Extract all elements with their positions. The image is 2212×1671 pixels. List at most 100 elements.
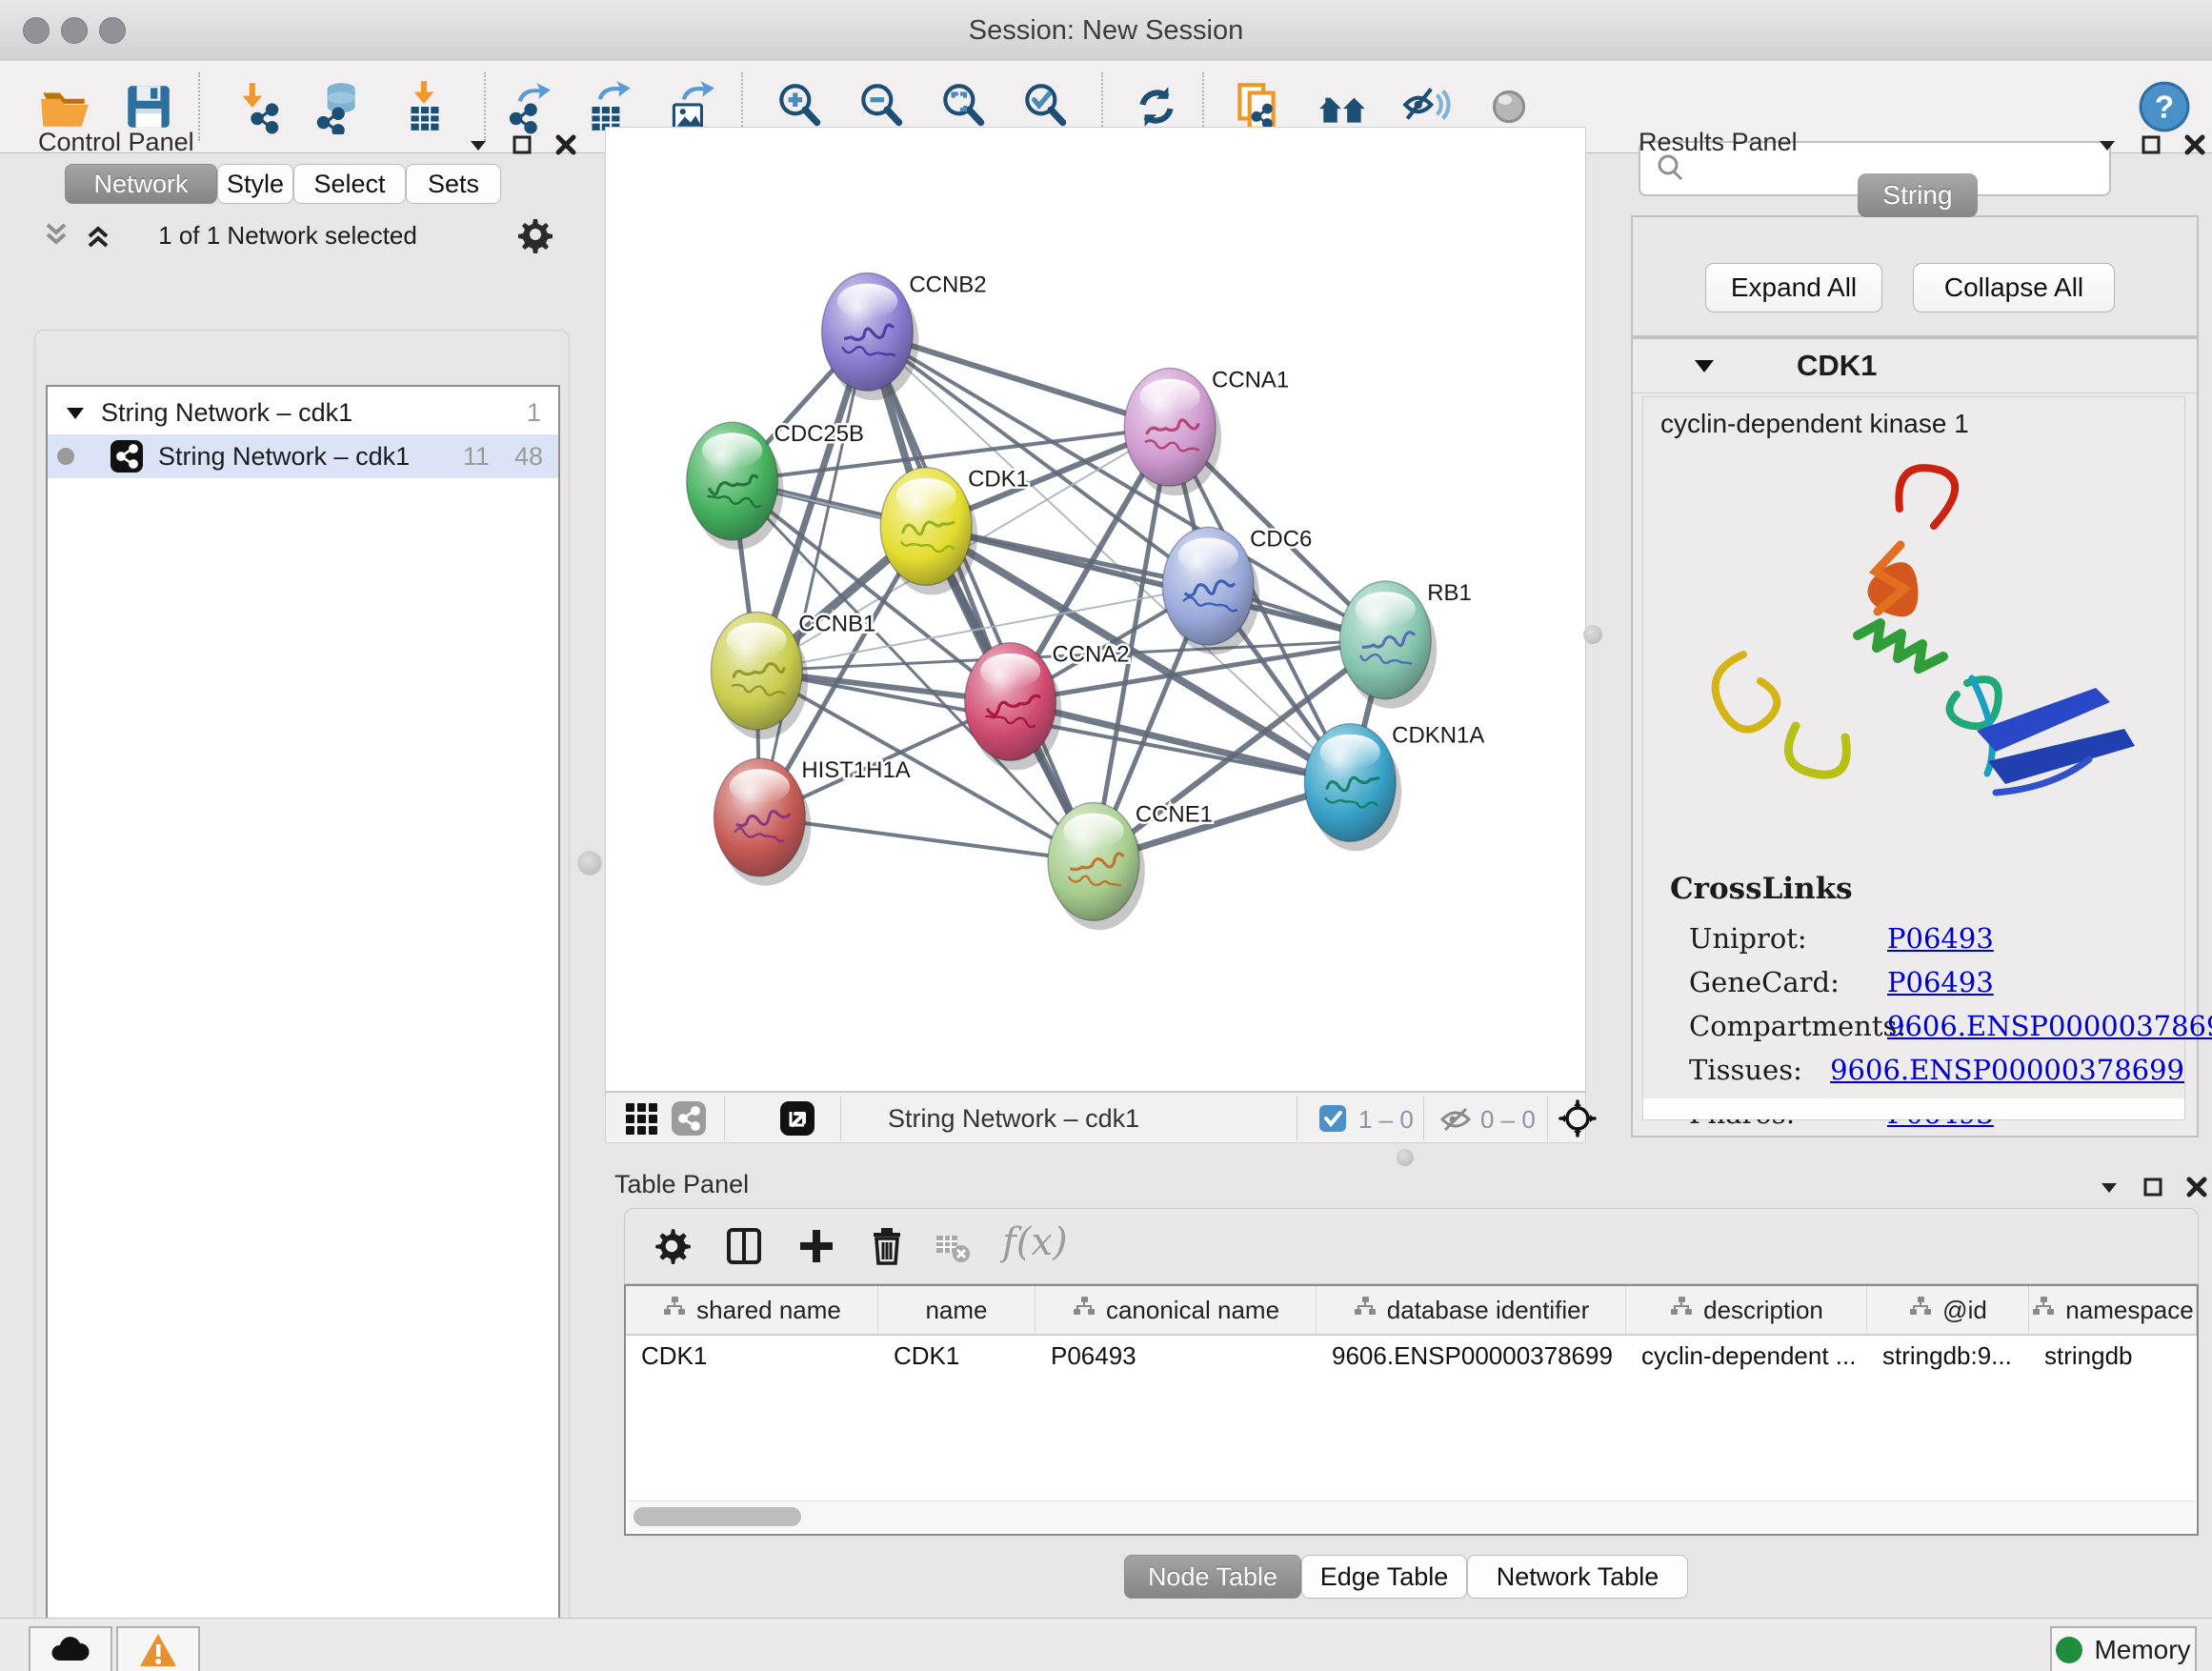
results-buttons-card: Expand All Collapse All	[1631, 215, 2199, 337]
tab-string[interactable]: String	[1858, 173, 1978, 217]
crosslink-link[interactable]: 9606.ENSP00000378699	[1887, 1010, 2212, 1042]
create-column-icon[interactable]	[794, 1224, 838, 1273]
cytoscape-window: Session: New Session	[0, 0, 2212, 1671]
selected-counts: 1 – 0	[1358, 1105, 1414, 1135]
memory-status-dot	[2056, 1637, 2082, 1663]
column-header-name[interactable]: name	[878, 1286, 1036, 1334]
panel-menu-icon[interactable]	[2098, 1176, 2121, 1198]
tab-node-table[interactable]: Node Table	[1124, 1555, 1301, 1599]
right-splitter-handle[interactable]	[1583, 625, 1602, 644]
panel-menu-icon[interactable]	[2096, 133, 2119, 156]
crosslink-link[interactable]: 9606.ENSP00000378699	[1830, 1054, 2184, 1086]
detach-view-icon[interactable]	[779, 1100, 815, 1141]
crosslinks-heading: CrossLinks	[1670, 872, 1853, 906]
cloud-button[interactable]	[29, 1626, 112, 1671]
column-header-shared-name[interactable]: shared name	[626, 1286, 878, 1334]
panel-close-icon[interactable]	[554, 133, 577, 156]
entry-expander-icon[interactable]	[1692, 353, 1717, 378]
result-entry-header[interactable]: CDK1	[1633, 339, 2197, 393]
network-share-icon	[109, 438, 145, 474]
cell-@id[interactable]: stringdb:9...	[1867, 1334, 2029, 1378]
network-view-share-icon[interactable]	[671, 1100, 707, 1141]
panel-menu-icon[interactable]	[467, 133, 490, 156]
node-CCNA1[interactable]: CCNA1	[1124, 368, 1289, 496]
expand-all-button[interactable]: Expand All	[1705, 263, 1882, 312]
current-network-dot	[57, 448, 74, 465]
table-gear-icon[interactable]	[650, 1224, 694, 1273]
node-HIST1H1A[interactable]: HIST1H1A	[714, 757, 911, 886]
network-view-canvas[interactable]: CCNB2CCNA1CDC25BCDK1CDC6RB1CCNB1CCNA2CDK…	[605, 127, 1586, 1092]
scrollbar-thumb[interactable]	[633, 1507, 801, 1526]
crosslink-row: Tissues:9606.ENSP00000378699	[1643, 1048, 2184, 1092]
panel-float-icon[interactable]	[2140, 133, 2162, 156]
cell-canonical-name[interactable]: P06493	[1036, 1334, 1317, 1378]
tab-sets[interactable]: Sets	[406, 164, 501, 204]
node-RB1[interactable]: RB1	[1339, 580, 1471, 709]
node-CCNA2[interactable]: CCNA2	[965, 642, 1130, 771]
cell-description[interactable]: cyclin-dependent ...	[1626, 1334, 1867, 1378]
cell-name[interactable]: CDK1	[878, 1334, 1036, 1378]
birdseye-view-icon[interactable]	[1558, 1099, 1597, 1142]
node-table[interactable]: shared namenamecanonical namedatabase id…	[624, 1284, 2199, 1536]
node-CCNB1[interactable]: CCNB1	[711, 611, 875, 739]
window-title: Session: New Session	[0, 15, 2212, 47]
svg-text:?: ?	[2155, 90, 2174, 125]
node-CDKN1A[interactable]: CDKN1A	[1304, 723, 1484, 852]
column-namespace-icon	[1669, 1296, 1694, 1325]
cell-database-identifier[interactable]: 9606.ENSP00000378699	[1317, 1334, 1626, 1378]
column-header-description[interactable]: description	[1626, 1286, 1867, 1334]
grid-view-icon[interactable]	[623, 1100, 659, 1141]
column-header-canonical-name[interactable]: canonical name	[1036, 1286, 1317, 1334]
node-CCNE1[interactable]: CCNE1	[1048, 801, 1213, 930]
node-CDC25B[interactable]: CDC25B	[687, 421, 864, 550]
tab-network[interactable]: Network	[65, 164, 217, 204]
column-header-namespace[interactable]: namespace	[2029, 1286, 2197, 1334]
network-view-toolbar: String Network – cdk1 1 – 0 0 – 0	[605, 1092, 1586, 1143]
selected-checkbox-icon[interactable]	[1318, 1104, 1347, 1137]
tab-edge-table[interactable]: Edge Table	[1301, 1555, 1467, 1599]
results-panel-title: Results Panel	[1639, 128, 1798, 157]
hidden-eye-icon[interactable]	[1438, 1102, 1473, 1141]
horizontal-scrollbar[interactable]	[628, 1500, 2195, 1532]
show-columns-icon[interactable]	[722, 1224, 766, 1273]
network-row-selected[interactable]: String Network – cdk1 11 48	[48, 434, 558, 478]
crosslink-link[interactable]: P06493	[1887, 966, 1994, 998]
column-header-database-identifier[interactable]: database identifier	[1317, 1286, 1626, 1334]
cell-shared-name[interactable]: CDK1	[626, 1334, 878, 1378]
network-options-gear-icon[interactable]	[514, 213, 556, 260]
crosslink-link[interactable]: P06493	[1887, 922, 1994, 955]
node-CCNB2[interactable]: CCNB2	[822, 272, 987, 400]
tab-select[interactable]: Select	[293, 164, 406, 204]
entry-body: cyclin-dependent kinase 1 CrossLinks	[1642, 396, 2185, 1120]
string-network-graph[interactable]: CCNB2CCNA1CDC25BCDK1CDC6RB1CCNB1CCNA2CDK…	[606, 128, 1585, 1091]
node-label-CCNA1: CCNA1	[1212, 368, 1289, 393]
node-label-HIST1H1A: HIST1H1A	[801, 757, 910, 783]
panel-close-icon[interactable]	[2183, 133, 2206, 156]
network-label: String Network – cdk1	[158, 442, 410, 472]
left-splitter-handle[interactable]	[577, 851, 602, 876]
column-header-@id[interactable]: @id	[1867, 1286, 2029, 1334]
collapse-all-button[interactable]: Collapse All	[1913, 263, 2115, 312]
panel-close-icon[interactable]	[2185, 1176, 2208, 1198]
warning-button[interactable]	[116, 1626, 200, 1671]
panel-float-icon[interactable]	[511, 133, 533, 156]
tab-style[interactable]: Style	[217, 164, 293, 204]
cell-namespace[interactable]: stringdb	[2029, 1334, 2197, 1378]
network-node-count: 11	[463, 442, 490, 472]
memory-button[interactable]: Memory	[2050, 1626, 2197, 1671]
column-namespace-icon	[1072, 1296, 1096, 1325]
crosslink-label: Tissues:	[1689, 1054, 1830, 1086]
table-row[interactable]: CDK1CDK1P064939606.ENSP00000378699cyclin…	[626, 1334, 2197, 1378]
node-CDC6[interactable]: CDC6	[1162, 526, 1312, 654]
column-namespace-icon	[1353, 1296, 1377, 1325]
edge-CDK1-RB1[interactable]	[926, 527, 1385, 640]
delete-column-trash-icon[interactable]	[865, 1224, 909, 1273]
panel-float-icon[interactable]	[2142, 1176, 2164, 1198]
network-collection-row[interactable]: String Network – cdk1 1	[48, 391, 558, 434]
string-result-card: CDK1 cyclin-dependent kinase 1	[1631, 337, 2199, 1137]
network-edge-count: 48	[514, 442, 543, 472]
collection-expander-icon[interactable]	[63, 400, 88, 425]
protein-structure-image	[1662, 454, 2167, 855]
tab-network-table[interactable]: Network Table	[1467, 1555, 1688, 1599]
crosslink-label: Uniprot:	[1689, 922, 1887, 955]
